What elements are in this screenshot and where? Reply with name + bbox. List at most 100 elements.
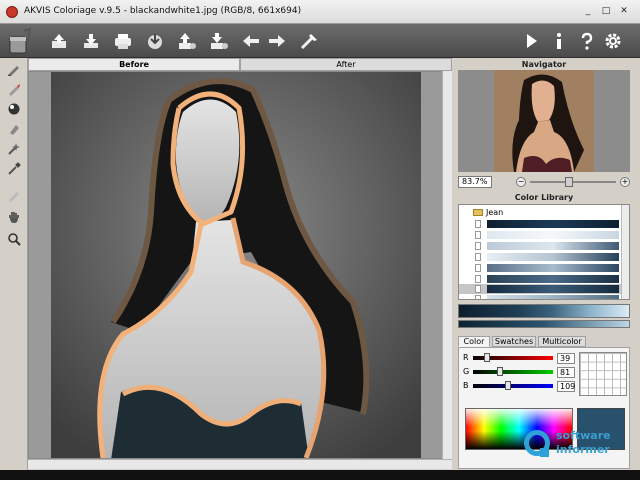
chalk-icon	[9, 192, 19, 202]
save-strokes-button[interactable]	[176, 30, 198, 52]
library-swatch[interactable]	[475, 220, 619, 228]
eyedropper-icon	[8, 162, 21, 175]
watermark-line-1: software	[556, 429, 611, 442]
g-label: G	[463, 367, 470, 376]
library-swatch[interactable]	[475, 275, 619, 283]
open-button[interactable]	[48, 30, 70, 52]
r-label: R	[463, 353, 469, 362]
file-icon	[475, 295, 481, 299]
info-button[interactable]	[548, 30, 570, 52]
color-tabs: Color Swatches Multicolor	[458, 336, 630, 347]
zoom-icon	[8, 233, 21, 246]
library-folder[interactable]: Jean	[473, 208, 503, 217]
right-panel: Navigator 83.7% − + Color Library Jean C…	[454, 58, 634, 470]
pencil-tool[interactable]	[5, 60, 23, 78]
akvis-logo-icon	[6, 6, 18, 18]
color-ball-tool[interactable]	[5, 100, 23, 118]
b-value[interactable]: 109	[557, 381, 575, 392]
print-button[interactable]	[112, 30, 134, 52]
help-button[interactable]	[576, 30, 598, 52]
library-scrollbar[interactable]	[621, 205, 629, 299]
canvas-vertical-scrollbar[interactable]	[442, 71, 452, 459]
hand-tool[interactable]	[5, 208, 23, 226]
navigator-thumbnail	[494, 70, 594, 172]
keep-color-pencil-tool[interactable]	[5, 80, 23, 98]
magic-tube-tool[interactable]	[5, 140, 23, 158]
magic-tube-icon	[8, 143, 20, 155]
print-icon	[115, 34, 131, 49]
file-icon	[475, 220, 481, 228]
redo-button[interactable]	[266, 30, 288, 52]
load-strokes-icon	[148, 34, 162, 49]
eyedropper-tool[interactable]	[5, 160, 23, 178]
library-swatch[interactable]	[475, 295, 619, 299]
save-button[interactable]	[80, 30, 102, 52]
save-icon	[84, 34, 98, 48]
maximize-button[interactable]: □	[600, 6, 612, 17]
minimize-button[interactable]: _	[582, 6, 594, 17]
file-icon	[475, 231, 481, 239]
recent-colors-grid[interactable]	[579, 352, 627, 396]
close-button[interactable]: ✕	[618, 6, 630, 17]
tab-after[interactable]: After	[240, 58, 452, 71]
folder-icon	[473, 209, 483, 216]
load-strokes-button[interactable]	[144, 30, 166, 52]
library-swatch[interactable]	[475, 242, 619, 250]
zoom-in-button[interactable]: +	[620, 177, 630, 187]
hand-icon	[9, 212, 19, 223]
r-value[interactable]: 39	[557, 353, 575, 364]
undo-button[interactable]	[240, 30, 262, 52]
tab-multicolor[interactable]: Multicolor	[538, 336, 586, 347]
color-ball-icon	[8, 103, 20, 115]
library-swatch[interactable]	[475, 253, 619, 261]
eraser-tool[interactable]	[5, 120, 23, 138]
settings-button[interactable]	[602, 30, 624, 52]
tab-color[interactable]: Color	[458, 336, 490, 347]
zoom-out-button[interactable]: −	[516, 177, 526, 187]
selected-gradient-preview	[458, 304, 630, 318]
batch-button[interactable]	[208, 30, 230, 52]
g-slider[interactable]	[473, 367, 553, 376]
file-icon	[475, 242, 481, 250]
file-icon	[475, 275, 481, 283]
chalk-tool[interactable]	[5, 186, 23, 204]
library-swatch[interactable]	[475, 264, 619, 272]
r-slider[interactable]	[473, 353, 553, 362]
image-canvas[interactable]	[28, 71, 452, 459]
navigator-preview[interactable]	[458, 70, 630, 172]
zoom-select[interactable]: 83.7%	[458, 176, 492, 188]
b-slider-thumb[interactable]	[505, 381, 511, 390]
batch-icon	[211, 33, 228, 49]
tab-before[interactable]: Before	[28, 58, 240, 71]
library-swatch[interactable]	[475, 231, 619, 239]
magic-brush-button[interactable]	[298, 30, 320, 52]
canvas-horizontal-scrollbar[interactable]	[28, 459, 452, 469]
open-icon	[52, 34, 66, 48]
pencil-icon	[8, 66, 19, 76]
zoom-slider-thumb[interactable]	[565, 177, 573, 187]
run-button[interactable]	[520, 30, 542, 52]
settings-icon	[605, 33, 621, 49]
help-icon	[581, 32, 593, 50]
bottom-border	[0, 470, 640, 480]
portrait-photo	[51, 72, 421, 458]
color-library-list[interactable]: Jean	[458, 204, 630, 300]
tab-swatches[interactable]: Swatches	[492, 336, 536, 347]
zoom-slider[interactable]	[530, 177, 616, 187]
akvis-coloriage-window: AKVIS Coloriage v.9.5 - blackandwhite1.j…	[0, 0, 640, 480]
run-icon	[527, 34, 537, 48]
watermark-line-2: informer	[556, 443, 610, 456]
keep-color-pencil-icon	[9, 84, 20, 96]
g-value[interactable]: 81	[557, 367, 575, 378]
r-slider-thumb[interactable]	[484, 353, 490, 362]
library-swatch[interactable]	[475, 285, 619, 293]
zoom-row: 83.7% − +	[458, 176, 630, 189]
view-tabs: Before After	[28, 58, 452, 71]
b-slider[interactable]	[473, 381, 553, 390]
magic-brush-icon	[300, 34, 317, 50]
zoom-tool[interactable]	[5, 230, 23, 248]
software-informer-watermark: software informer	[524, 426, 634, 466]
file-icon	[475, 285, 481, 293]
gradient-editor-bar[interactable]	[458, 320, 630, 328]
g-slider-thumb[interactable]	[497, 367, 503, 376]
